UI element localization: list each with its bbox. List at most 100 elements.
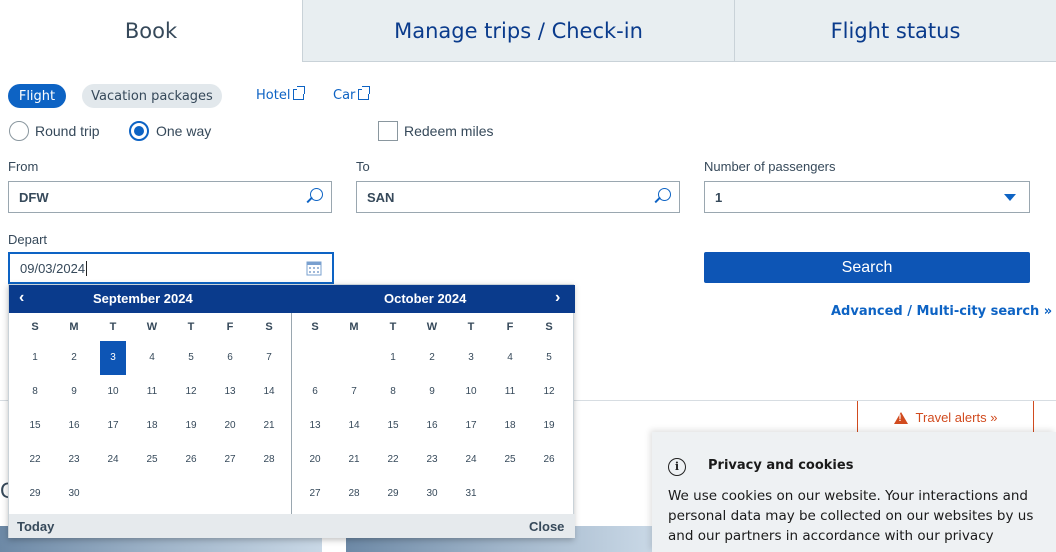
depart-input[interactable]: 09/03/2024 xyxy=(8,252,334,284)
calendar-day[interactable]: 5 xyxy=(536,347,562,369)
one-way-radio[interactable] xyxy=(129,121,149,141)
calendar-day[interactable]: 20 xyxy=(217,415,243,437)
prev-month-button[interactable]: ‹ xyxy=(19,289,24,307)
calendar-day[interactable]: 22 xyxy=(380,449,406,471)
from-input[interactable]: DFW xyxy=(8,181,332,213)
calendar-day[interactable]: 6 xyxy=(302,381,328,403)
day-of-week-header: S xyxy=(545,321,553,333)
calendar-day[interactable]: 8 xyxy=(380,381,406,403)
calendar-day[interactable]: 24 xyxy=(100,449,126,471)
calendar-day[interactable]: 5 xyxy=(178,347,204,369)
hotel-link[interactable]: Hotel xyxy=(256,86,306,103)
search-button-label: Search xyxy=(841,258,893,276)
calendar-day[interactable]: 29 xyxy=(380,483,406,505)
calendar-day[interactable]: 15 xyxy=(380,415,406,437)
calendar-day[interactable]: 19 xyxy=(178,415,204,437)
from-value: DFW xyxy=(19,189,49,205)
calendar-day[interactable]: 18 xyxy=(139,415,165,437)
calendar-day[interactable]: 2 xyxy=(61,347,87,369)
tab-book[interactable]: Book xyxy=(0,0,302,62)
calendar-day[interactable]: 21 xyxy=(341,449,367,471)
calendar-day[interactable]: 4 xyxy=(139,347,165,369)
tab-flight-status[interactable]: Flight status xyxy=(734,0,1056,62)
search-icon[interactable] xyxy=(658,188,671,201)
calendar-day[interactable]: 11 xyxy=(497,381,523,403)
round-trip-radio[interactable] xyxy=(9,121,29,141)
calendar-day[interactable]: 4 xyxy=(497,347,523,369)
next-month-button[interactable]: › xyxy=(555,289,560,307)
calendar-day[interactable]: 31 xyxy=(458,483,484,505)
tab-manage-trips[interactable]: Manage trips / Check-in xyxy=(302,0,734,62)
calendar-day[interactable]: 30 xyxy=(61,483,87,505)
calendar-day[interactable]: 20 xyxy=(302,449,328,471)
today-button[interactable]: Today xyxy=(17,519,54,534)
calendar-day[interactable]: 9 xyxy=(61,381,87,403)
calendar-day[interactable]: 27 xyxy=(217,449,243,471)
calendar-day[interactable]: 12 xyxy=(536,381,562,403)
calendar-footer: Today Close xyxy=(9,514,575,538)
calendar-day-selected[interactable]: 3 xyxy=(100,341,126,375)
calendar-day[interactable]: 16 xyxy=(61,415,87,437)
calendar-day[interactable]: 27 xyxy=(302,483,328,505)
calendar-day[interactable]: 25 xyxy=(497,449,523,471)
info-icon: i xyxy=(668,458,686,476)
calendar-day[interactable]: 13 xyxy=(217,381,243,403)
search-button[interactable]: Search xyxy=(704,252,1030,283)
calendar-day[interactable]: 19 xyxy=(536,415,562,437)
calendar-day[interactable]: 13 xyxy=(302,415,328,437)
calendar-day[interactable]: 9 xyxy=(419,381,445,403)
product-tab-flight[interactable]: Flight xyxy=(8,84,66,108)
calendar-day[interactable]: 23 xyxy=(61,449,87,471)
calendar-day[interactable]: 23 xyxy=(419,449,445,471)
search-icon[interactable] xyxy=(310,188,323,201)
calendar-day[interactable]: 29 xyxy=(22,483,48,505)
calendar-day[interactable]: 24 xyxy=(458,449,484,471)
calendar-day[interactable]: 10 xyxy=(100,381,126,403)
one-way-label: One way xyxy=(156,123,212,139)
calendar-day[interactable]: 28 xyxy=(341,483,367,505)
calendar-day[interactable]: 22 xyxy=(22,449,48,471)
calendar-day[interactable]: 26 xyxy=(536,449,562,471)
month-title-oct: October 2024 xyxy=(384,291,467,306)
external-link-icon xyxy=(293,86,306,100)
calendar-day[interactable]: 3 xyxy=(458,347,484,369)
calendar-day[interactable]: 25 xyxy=(139,449,165,471)
calendar-day[interactable]: 30 xyxy=(419,483,445,505)
car-link[interactable]: Car xyxy=(333,86,371,103)
calendar-day[interactable]: 8 xyxy=(22,381,48,403)
day-of-week-header: S xyxy=(31,321,39,333)
redeem-miles-label: Redeem miles xyxy=(404,123,494,139)
close-button[interactable]: Close xyxy=(529,519,564,534)
to-input[interactable]: SAN xyxy=(356,181,680,213)
travel-alerts-button[interactable]: Travel alerts » xyxy=(857,401,1034,435)
calendar-icon[interactable] xyxy=(306,260,322,276)
calendar-day[interactable]: 14 xyxy=(256,381,282,403)
calendar-day[interactable]: 21 xyxy=(256,415,282,437)
calendar-day[interactable]: 1 xyxy=(380,347,406,369)
redeem-miles-checkbox[interactable] xyxy=(378,121,398,141)
travel-alerts-label: Travel alerts » xyxy=(915,410,998,425)
advanced-search-link[interactable]: Advanced / Multi-city search » xyxy=(831,304,1052,319)
calendar-day[interactable]: 7 xyxy=(256,347,282,369)
calendar-day[interactable]: 18 xyxy=(497,415,523,437)
calendar-day[interactable]: 1 xyxy=(22,347,48,369)
calendar-day[interactable]: 12 xyxy=(178,381,204,403)
calendar-day[interactable]: 11 xyxy=(139,381,165,403)
day-of-week-header: F xyxy=(506,321,514,333)
product-tab-vacation[interactable]: Vacation packages xyxy=(82,84,222,108)
calendar-day[interactable]: 7 xyxy=(341,381,367,403)
calendar-day[interactable]: 26 xyxy=(178,449,204,471)
calendar-day[interactable]: 14 xyxy=(341,415,367,437)
calendar-day[interactable]: 16 xyxy=(419,415,445,437)
calendar-day[interactable]: 2 xyxy=(419,347,445,369)
calendar-day[interactable]: 28 xyxy=(256,449,282,471)
calendar-day[interactable]: 17 xyxy=(458,415,484,437)
calendar-day[interactable]: 6 xyxy=(217,347,243,369)
calendar-day[interactable]: 17 xyxy=(100,415,126,437)
calendar-day[interactable]: 10 xyxy=(458,381,484,403)
tab-flight-status-label: Flight status xyxy=(830,18,961,43)
day-of-week-header: T xyxy=(187,321,195,333)
calendar-day[interactable]: 15 xyxy=(22,415,48,437)
passengers-select[interactable]: 1 xyxy=(704,181,1030,213)
day-of-week-header: F xyxy=(226,321,234,333)
